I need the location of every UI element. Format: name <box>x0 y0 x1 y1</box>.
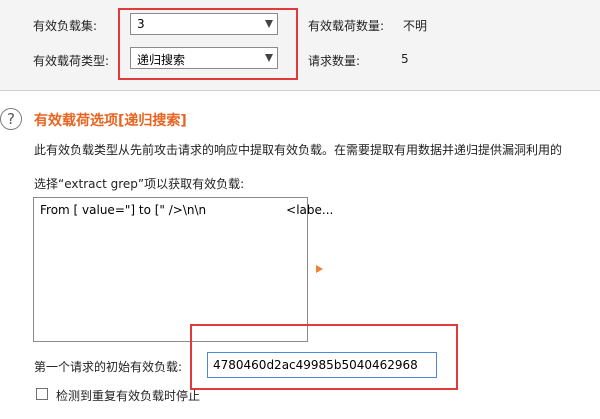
initial-payload-label: 第一个请求的初始有效负载: <box>34 360 183 374</box>
expand-arrow-icon[interactable] <box>316 265 323 273</box>
highlight-box-dropdowns <box>118 8 298 80</box>
grep-item-text: From [ value="] to [" />\n\n <box>40 203 207 217</box>
list-item[interactable]: From [ value="] to [" />\n\n <labe... <box>40 203 333 217</box>
request-count-value: 5 <box>401 52 409 66</box>
divider <box>0 90 600 91</box>
stop-duplicate-checkbox[interactable] <box>36 388 48 400</box>
payload-settings-panel <box>0 0 600 90</box>
payload-count-value: 不明 <box>403 19 428 33</box>
payload-set-label: 有效负载集: <box>33 19 98 33</box>
section-description: 此有效负载类型从先前攻击请求的响应中提取有效负载。在需要提取有用数据并递归提供漏… <box>34 143 563 157</box>
request-count-label: 请求数量: <box>308 54 361 68</box>
section-title: 有效载荷选项[递归搜索] <box>34 113 187 129</box>
payload-count-label: 有效载荷数量: <box>308 19 385 33</box>
highlight-box-initial-payload <box>190 324 458 390</box>
payload-type-label: 有效载荷类型: <box>33 54 110 68</box>
help-icon[interactable]: ? <box>0 108 22 130</box>
grep-instruction: 选择“extract grep”项以获取有效负载: <box>34 177 245 191</box>
stop-duplicate-label: 检测到重复有效负载时停止 <box>56 389 201 403</box>
grep-item-tag: <labe... <box>286 203 334 217</box>
extract-grep-list[interactable]: From [ value="] to [" />\n\n <labe... <box>33 197 333 342</box>
